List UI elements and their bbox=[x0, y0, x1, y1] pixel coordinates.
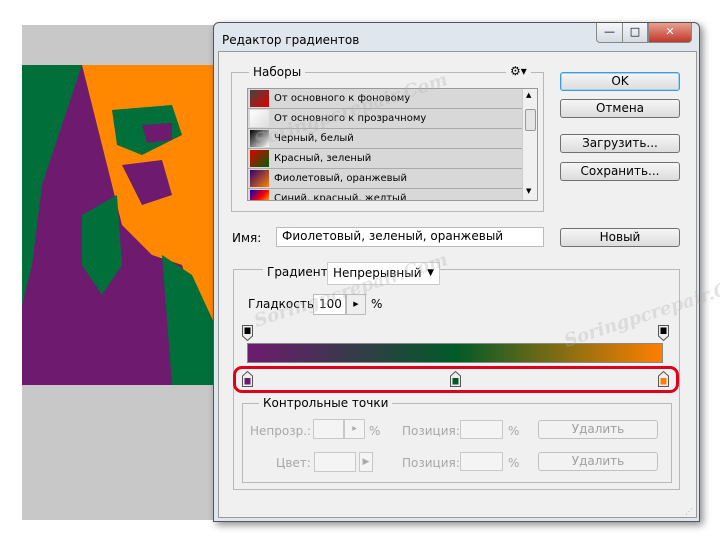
gear-icon[interactable]: ⚙▾ bbox=[506, 64, 531, 78]
posterized-photo bbox=[22, 65, 215, 385]
ok-button[interactable]: OK bbox=[560, 72, 680, 91]
opacity-slider-arrow[interactable]: ▶ bbox=[344, 419, 365, 439]
color-label: Цвет: bbox=[276, 456, 311, 470]
color-position-percent: % bbox=[508, 456, 520, 470]
close-button[interactable]: ✕ bbox=[648, 23, 692, 43]
opacity-stop[interactable] bbox=[657, 325, 669, 342]
preset-item[interactable]: Красный, зеленый bbox=[248, 149, 522, 169]
color-position-input[interactable] bbox=[460, 452, 503, 471]
scroll-down-icon[interactable]: ▼ bbox=[526, 187, 531, 195]
gradient-editor-dialog: Редактор градиентов — □ ✕ Наборы ⚙▾ От о… bbox=[213, 22, 700, 522]
gradient-type-label: Градиент: bbox=[263, 265, 336, 279]
presets-scrollbar[interactable]: ▲ ▼ bbox=[522, 89, 537, 200]
scroll-thumb[interactable] bbox=[525, 109, 536, 131]
preset-item[interactable]: Фиолетовый, оранжевый bbox=[248, 169, 522, 189]
maximize-button[interactable]: □ bbox=[622, 23, 648, 43]
color-menu-arrow[interactable]: ▶ bbox=[359, 452, 373, 472]
opacity-stop[interactable] bbox=[241, 325, 253, 342]
minimize-button[interactable]: — bbox=[596, 23, 623, 43]
preset-label: Фиолетовый, оранжевый bbox=[274, 173, 407, 184]
dialog-title: Редактор градиентов bbox=[222, 33, 360, 47]
preset-swatch bbox=[250, 90, 269, 107]
save-button[interactable]: Сохранить... bbox=[560, 162, 680, 181]
color-stop[interactable] bbox=[449, 370, 461, 387]
opacity-position-label: Позиция: bbox=[402, 424, 460, 438]
preset-label: Синий, красный, желтый bbox=[274, 193, 407, 201]
opacity-input[interactable] bbox=[313, 419, 344, 439]
presets-label: Наборы bbox=[249, 65, 306, 79]
gradient-preview-bar[interactable] bbox=[247, 343, 663, 363]
preset-swatch bbox=[250, 150, 269, 167]
opacity-position-input[interactable] bbox=[460, 420, 503, 439]
color-stop[interactable] bbox=[657, 370, 669, 387]
opacity-percent: % bbox=[369, 424, 381, 438]
opacity-label: Непрозр.: bbox=[250, 424, 312, 438]
color-stop[interactable] bbox=[241, 370, 253, 387]
load-button[interactable]: Загрузить... bbox=[560, 134, 680, 153]
preset-swatch bbox=[250, 170, 269, 187]
smoothness-percent: % bbox=[371, 297, 383, 311]
color-position-label: Позиция: bbox=[402, 456, 460, 470]
control-points-label: Контрольные точки bbox=[259, 396, 393, 410]
color-swatch-input[interactable] bbox=[314, 452, 356, 472]
opacity-position-percent: % bbox=[508, 424, 520, 438]
name-input[interactable]: Фиолетовый, зеленый, оранжевый bbox=[276, 227, 544, 247]
resize-grip-icon[interactable]: ⋰ bbox=[685, 507, 693, 516]
scroll-up-icon[interactable]: ▲ bbox=[526, 91, 531, 99]
preset-label: Красный, зеленый bbox=[274, 153, 372, 164]
delete-opacity-stop-button[interactable]: Удалить bbox=[538, 420, 658, 439]
preset-item[interactable]: Синий, красный, желтый bbox=[248, 189, 522, 201]
cancel-button[interactable]: Отмена bbox=[560, 99, 680, 118]
name-label: Имя: bbox=[232, 231, 262, 245]
preset-swatch bbox=[250, 110, 269, 127]
control-points-group bbox=[242, 403, 672, 483]
new-button[interactable]: Новый bbox=[560, 228, 680, 247]
preset-swatch bbox=[250, 190, 269, 200]
delete-color-stop-button[interactable]: Удалить bbox=[538, 452, 658, 471]
